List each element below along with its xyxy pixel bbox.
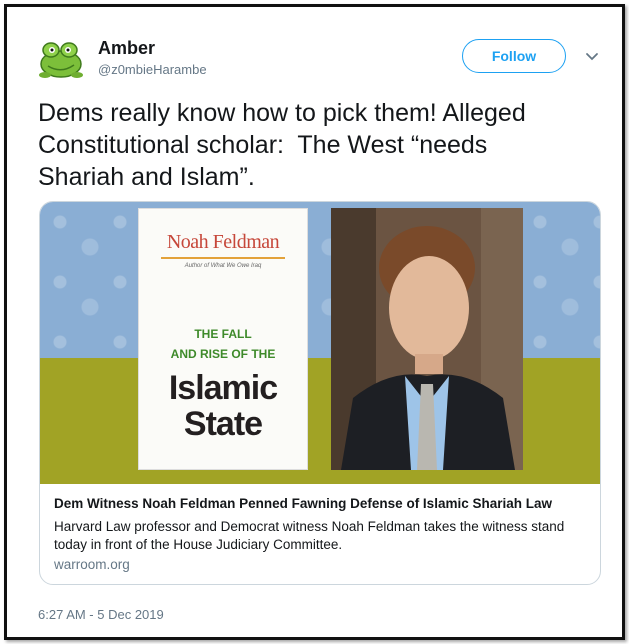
link-card[interactable]: Noah Feldman Author of What We Owe Iraq … xyxy=(39,201,601,585)
card-image[interactable]: Noah Feldman Author of What We Owe Iraq … xyxy=(40,202,600,484)
card-title[interactable]: Dem Witness Noah Feldman Penned Fawning … xyxy=(54,496,590,511)
author-name[interactable]: Amber xyxy=(98,38,155,59)
tweet-text: Dems really know how to pick them! Alleg… xyxy=(38,99,526,191)
book-title-line3: Islamic xyxy=(168,369,278,407)
book-cover: Noah Feldman Author of What We Owe Iraq … xyxy=(138,208,308,470)
book-subtitle: Author of What We Owe Iraq xyxy=(184,263,262,269)
card-description: Harvard Law professor and Democrat witne… xyxy=(54,519,565,552)
card-domain[interactable]: warroom.org xyxy=(54,557,130,572)
tweet-timestamp[interactable]: 6:27 AM - 5 Dec 2019 xyxy=(38,607,164,622)
follow-button[interactable]: Follow xyxy=(462,39,566,73)
book-title-line2: AND RISE OF THE xyxy=(170,347,276,361)
book-title-line4: State xyxy=(183,405,263,443)
portrait-photo xyxy=(331,208,523,470)
book-title-line1: THE FALL xyxy=(194,327,252,341)
frog-avatar-icon[interactable] xyxy=(36,38,86,80)
book-author: Noah Feldman xyxy=(166,231,280,253)
chevron-down-icon[interactable] xyxy=(583,47,601,65)
author-handle[interactable]: @z0mbieHarambe xyxy=(98,62,207,77)
book-divider xyxy=(161,257,285,259)
tweet-embed: Amber @z0mbieHarambe Follow Dems really … xyxy=(4,4,625,640)
